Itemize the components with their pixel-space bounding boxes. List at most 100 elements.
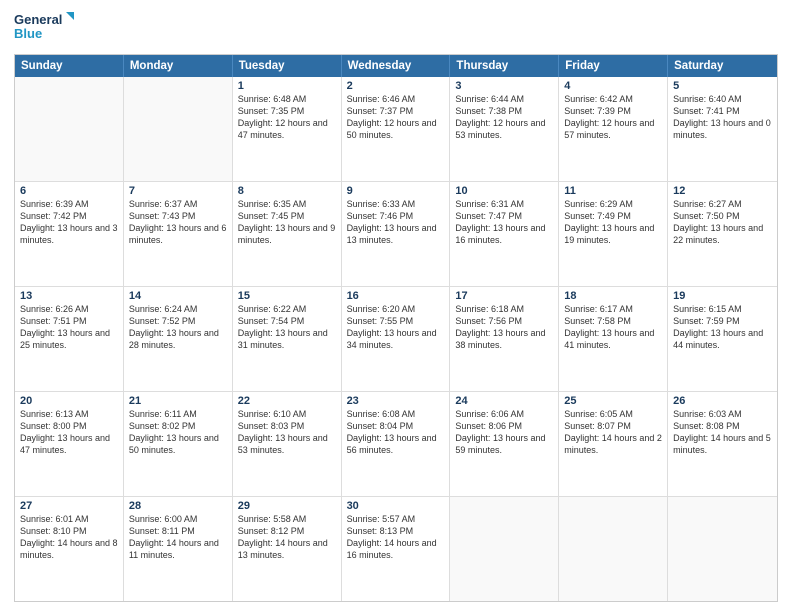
day-info: Sunrise: 6:42 AM Sunset: 7:39 PM Dayligh… bbox=[564, 93, 662, 142]
day-info: Sunrise: 6:31 AM Sunset: 7:47 PM Dayligh… bbox=[455, 198, 553, 247]
day-number: 13 bbox=[20, 290, 118, 302]
calendar-cell: 6Sunrise: 6:39 AM Sunset: 7:42 PM Daylig… bbox=[15, 182, 124, 286]
calendar-cell: 5Sunrise: 6:40 AM Sunset: 7:41 PM Daylig… bbox=[668, 77, 777, 181]
day-number: 7 bbox=[129, 185, 227, 197]
day-info: Sunrise: 6:11 AM Sunset: 8:02 PM Dayligh… bbox=[129, 408, 227, 457]
day-number: 11 bbox=[564, 185, 662, 197]
calendar-cell: 17Sunrise: 6:18 AM Sunset: 7:56 PM Dayli… bbox=[450, 287, 559, 391]
day-number: 16 bbox=[347, 290, 445, 302]
calendar-cell bbox=[559, 497, 668, 601]
day-number: 20 bbox=[20, 395, 118, 407]
day-number: 21 bbox=[129, 395, 227, 407]
day-info: Sunrise: 6:01 AM Sunset: 8:10 PM Dayligh… bbox=[20, 513, 118, 562]
calendar-header-cell: Friday bbox=[559, 55, 668, 77]
day-info: Sunrise: 6:15 AM Sunset: 7:59 PM Dayligh… bbox=[673, 303, 772, 352]
day-info: Sunrise: 6:00 AM Sunset: 8:11 PM Dayligh… bbox=[129, 513, 227, 562]
day-number: 19 bbox=[673, 290, 772, 302]
day-number: 14 bbox=[129, 290, 227, 302]
day-info: Sunrise: 5:58 AM Sunset: 8:12 PM Dayligh… bbox=[238, 513, 336, 562]
calendar-header-cell: Saturday bbox=[668, 55, 777, 77]
day-info: Sunrise: 6:26 AM Sunset: 7:51 PM Dayligh… bbox=[20, 303, 118, 352]
day-info: Sunrise: 6:24 AM Sunset: 7:52 PM Dayligh… bbox=[129, 303, 227, 352]
day-info: Sunrise: 6:37 AM Sunset: 7:43 PM Dayligh… bbox=[129, 198, 227, 247]
calendar-cell: 28Sunrise: 6:00 AM Sunset: 8:11 PM Dayli… bbox=[124, 497, 233, 601]
day-info: Sunrise: 6:33 AM Sunset: 7:46 PM Dayligh… bbox=[347, 198, 445, 247]
day-number: 29 bbox=[238, 500, 336, 512]
calendar-cell: 26Sunrise: 6:03 AM Sunset: 8:08 PM Dayli… bbox=[668, 392, 777, 496]
calendar-header-cell: Monday bbox=[124, 55, 233, 77]
calendar-cell: 12Sunrise: 6:27 AM Sunset: 7:50 PM Dayli… bbox=[668, 182, 777, 286]
day-number: 5 bbox=[673, 80, 772, 92]
day-info: Sunrise: 6:13 AM Sunset: 8:00 PM Dayligh… bbox=[20, 408, 118, 457]
day-number: 9 bbox=[347, 185, 445, 197]
calendar-cell: 22Sunrise: 6:10 AM Sunset: 8:03 PM Dayli… bbox=[233, 392, 342, 496]
calendar-header: SundayMondayTuesdayWednesdayThursdayFrid… bbox=[15, 55, 777, 77]
calendar-row: 27Sunrise: 6:01 AM Sunset: 8:10 PM Dayli… bbox=[15, 497, 777, 601]
calendar-cell: 10Sunrise: 6:31 AM Sunset: 7:47 PM Dayli… bbox=[450, 182, 559, 286]
calendar-cell bbox=[124, 77, 233, 181]
day-number: 22 bbox=[238, 395, 336, 407]
day-number: 8 bbox=[238, 185, 336, 197]
day-number: 12 bbox=[673, 185, 772, 197]
calendar-cell: 4Sunrise: 6:42 AM Sunset: 7:39 PM Daylig… bbox=[559, 77, 668, 181]
calendar-cell: 29Sunrise: 5:58 AM Sunset: 8:12 PM Dayli… bbox=[233, 497, 342, 601]
day-number: 18 bbox=[564, 290, 662, 302]
day-number: 4 bbox=[564, 80, 662, 92]
day-number: 27 bbox=[20, 500, 118, 512]
day-info: Sunrise: 6:27 AM Sunset: 7:50 PM Dayligh… bbox=[673, 198, 772, 247]
day-info: Sunrise: 6:39 AM Sunset: 7:42 PM Dayligh… bbox=[20, 198, 118, 247]
day-info: Sunrise: 5:57 AM Sunset: 8:13 PM Dayligh… bbox=[347, 513, 445, 562]
calendar-body: 1Sunrise: 6:48 AM Sunset: 7:35 PM Daylig… bbox=[15, 77, 777, 601]
day-info: Sunrise: 6:17 AM Sunset: 7:58 PM Dayligh… bbox=[564, 303, 662, 352]
day-number: 17 bbox=[455, 290, 553, 302]
calendar-header-cell: Wednesday bbox=[342, 55, 451, 77]
calendar-cell: 20Sunrise: 6:13 AM Sunset: 8:00 PM Dayli… bbox=[15, 392, 124, 496]
calendar-cell: 2Sunrise: 6:46 AM Sunset: 7:37 PM Daylig… bbox=[342, 77, 451, 181]
day-number: 15 bbox=[238, 290, 336, 302]
day-number: 25 bbox=[564, 395, 662, 407]
calendar-cell: 14Sunrise: 6:24 AM Sunset: 7:52 PM Dayli… bbox=[124, 287, 233, 391]
day-info: Sunrise: 6:10 AM Sunset: 8:03 PM Dayligh… bbox=[238, 408, 336, 457]
calendar-cell: 11Sunrise: 6:29 AM Sunset: 7:49 PM Dayli… bbox=[559, 182, 668, 286]
svg-text:Blue: Blue bbox=[14, 26, 42, 41]
day-number: 6 bbox=[20, 185, 118, 197]
calendar-header-cell: Thursday bbox=[450, 55, 559, 77]
day-info: Sunrise: 6:06 AM Sunset: 8:06 PM Dayligh… bbox=[455, 408, 553, 457]
calendar-cell: 21Sunrise: 6:11 AM Sunset: 8:02 PM Dayli… bbox=[124, 392, 233, 496]
day-info: Sunrise: 6:35 AM Sunset: 7:45 PM Dayligh… bbox=[238, 198, 336, 247]
calendar-cell: 18Sunrise: 6:17 AM Sunset: 7:58 PM Dayli… bbox=[559, 287, 668, 391]
calendar-cell bbox=[450, 497, 559, 601]
calendar-cell: 16Sunrise: 6:20 AM Sunset: 7:55 PM Dayli… bbox=[342, 287, 451, 391]
calendar-cell: 23Sunrise: 6:08 AM Sunset: 8:04 PM Dayli… bbox=[342, 392, 451, 496]
day-info: Sunrise: 6:08 AM Sunset: 8:04 PM Dayligh… bbox=[347, 408, 445, 457]
svg-text:General: General bbox=[14, 12, 62, 27]
calendar: SundayMondayTuesdayWednesdayThursdayFrid… bbox=[14, 54, 778, 602]
calendar-cell bbox=[15, 77, 124, 181]
day-info: Sunrise: 6:29 AM Sunset: 7:49 PM Dayligh… bbox=[564, 198, 662, 247]
day-number: 2 bbox=[347, 80, 445, 92]
calendar-cell: 19Sunrise: 6:15 AM Sunset: 7:59 PM Dayli… bbox=[668, 287, 777, 391]
calendar-row: 1Sunrise: 6:48 AM Sunset: 7:35 PM Daylig… bbox=[15, 77, 777, 182]
calendar-cell: 8Sunrise: 6:35 AM Sunset: 7:45 PM Daylig… bbox=[233, 182, 342, 286]
day-info: Sunrise: 6:44 AM Sunset: 7:38 PM Dayligh… bbox=[455, 93, 553, 142]
calendar-cell: 15Sunrise: 6:22 AM Sunset: 7:54 PM Dayli… bbox=[233, 287, 342, 391]
calendar-row: 20Sunrise: 6:13 AM Sunset: 8:00 PM Dayli… bbox=[15, 392, 777, 497]
calendar-cell: 25Sunrise: 6:05 AM Sunset: 8:07 PM Dayli… bbox=[559, 392, 668, 496]
day-info: Sunrise: 6:46 AM Sunset: 7:37 PM Dayligh… bbox=[347, 93, 445, 142]
calendar-row: 13Sunrise: 6:26 AM Sunset: 7:51 PM Dayli… bbox=[15, 287, 777, 392]
calendar-cell: 7Sunrise: 6:37 AM Sunset: 7:43 PM Daylig… bbox=[124, 182, 233, 286]
calendar-row: 6Sunrise: 6:39 AM Sunset: 7:42 PM Daylig… bbox=[15, 182, 777, 287]
calendar-header-cell: Tuesday bbox=[233, 55, 342, 77]
day-info: Sunrise: 6:48 AM Sunset: 7:35 PM Dayligh… bbox=[238, 93, 336, 142]
day-number: 10 bbox=[455, 185, 553, 197]
day-number: 1 bbox=[238, 80, 336, 92]
calendar-cell: 24Sunrise: 6:06 AM Sunset: 8:06 PM Dayli… bbox=[450, 392, 559, 496]
calendar-cell: 3Sunrise: 6:44 AM Sunset: 7:38 PM Daylig… bbox=[450, 77, 559, 181]
day-info: Sunrise: 6:05 AM Sunset: 8:07 PM Dayligh… bbox=[564, 408, 662, 457]
day-info: Sunrise: 6:18 AM Sunset: 7:56 PM Dayligh… bbox=[455, 303, 553, 352]
day-number: 26 bbox=[673, 395, 772, 407]
logo: General Blue bbox=[14, 10, 74, 48]
calendar-cell: 30Sunrise: 5:57 AM Sunset: 8:13 PM Dayli… bbox=[342, 497, 451, 601]
calendar-header-cell: Sunday bbox=[15, 55, 124, 77]
day-number: 23 bbox=[347, 395, 445, 407]
